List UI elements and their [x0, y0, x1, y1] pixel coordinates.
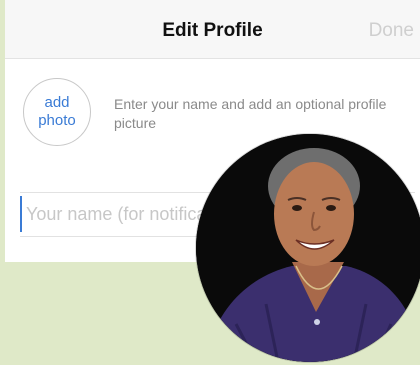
navigation-bar: Edit Profile Done — [5, 0, 420, 59]
add-photo-label-line2: photo — [38, 112, 76, 129]
person-photo-icon — [196, 134, 420, 362]
add-photo-label-line1: add — [44, 94, 70, 111]
avatar[interactable] — [196, 134, 420, 362]
add-photo-button[interactable]: add photo — [23, 78, 91, 146]
profile-hint-text: Enter your name and add an optional prof… — [114, 96, 387, 131]
page-title: Edit Profile — [162, 20, 263, 41]
done-button[interactable]: Done — [369, 20, 414, 42]
